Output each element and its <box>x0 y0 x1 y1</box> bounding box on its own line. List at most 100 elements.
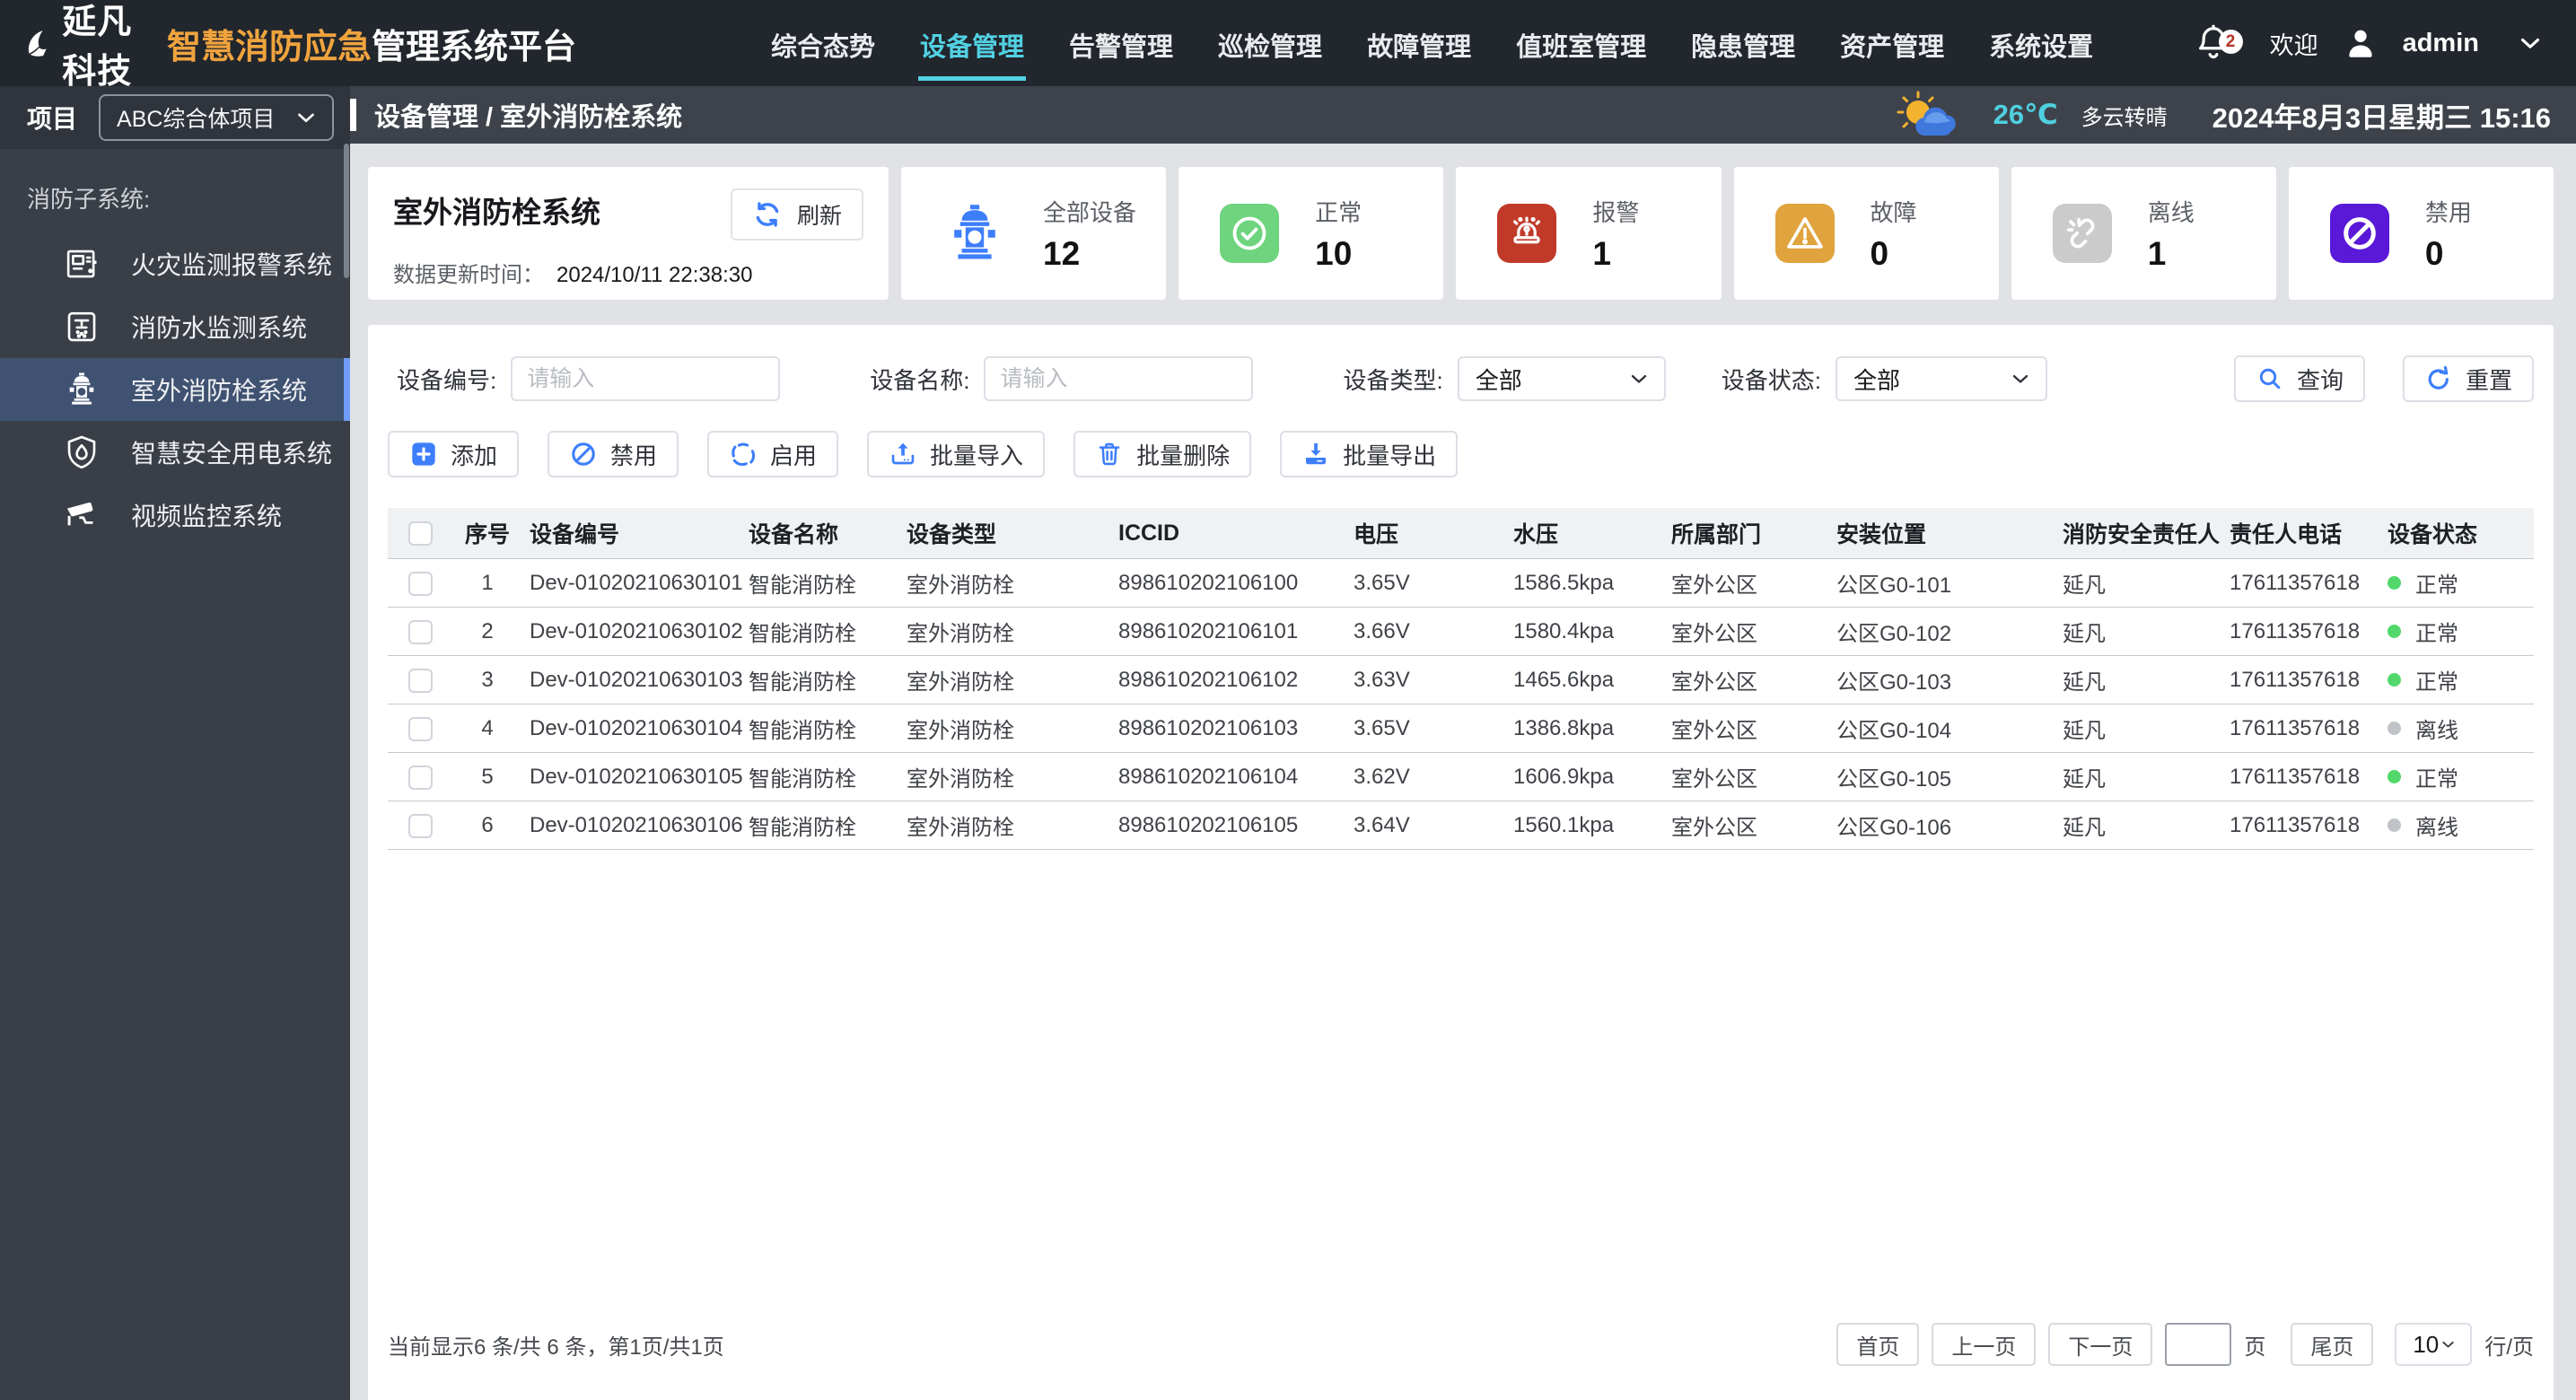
nav-item-6[interactable]: 值班室管理 <box>1514 6 1648 81</box>
cell-phone: 17611357618 <box>2222 801 2380 850</box>
cell-phone: 17611357618 <box>2222 655 2380 704</box>
row-checkbox[interactable] <box>407 716 433 741</box>
nav-item-4[interactable]: 巡检管理 <box>1216 6 1324 81</box>
cell-voltage: 3.64V <box>1346 801 1506 850</box>
cell-voltage: 3.66V <box>1346 607 1506 656</box>
cell-location: 公区G0-105 <box>1829 752 2055 801</box>
cell-pressure: 1606.9kpa <box>1506 752 1664 801</box>
page-title: 室外消防栓系统 <box>393 196 600 229</box>
action-button-4[interactable]: 批量导入 <box>867 431 1046 477</box>
action-button-1[interactable]: 添加 <box>388 431 520 477</box>
project-select[interactable]: ABC综合体项目 <box>99 94 334 141</box>
status-label: 离线 <box>2415 719 2458 743</box>
nav-item-2[interactable]: 设备管理 <box>918 6 1027 81</box>
sidebar-item-1[interactable]: 火灾监测报警系统 <box>0 232 350 295</box>
cell-code: Dev-01020210630104 <box>522 704 743 753</box>
sidebar-scrollbar[interactable] <box>344 144 349 278</box>
stat-card-4: 故障 0 <box>1733 167 1999 300</box>
cell-voltage: 3.63V <box>1346 655 1506 704</box>
cell-name: 智能消防栓 <box>741 655 899 704</box>
sidebar-item-3[interactable]: 室外消防栓系统 <box>0 358 350 421</box>
cell-name: 智能消防栓 <box>741 801 899 850</box>
page-number-input[interactable] <box>2165 1323 2232 1366</box>
stat-value: 1 <box>1592 234 1611 272</box>
column-header: 安装位置 <box>1829 508 2055 559</box>
select-all-header <box>388 508 452 559</box>
action-button-6[interactable]: 批量导出 <box>1280 431 1459 477</box>
row-checkbox[interactable] <box>407 668 433 693</box>
table-row: 3 Dev-01020210630103 智能消防栓 室外消防栓 89861020210… <box>388 655 2534 704</box>
stat-value: 10 <box>1315 234 1353 272</box>
search-button[interactable]: 查询 <box>2233 355 2365 402</box>
next-page-button[interactable]: 下一页 <box>2048 1323 2153 1366</box>
cell-voltage: 3.65V <box>1346 558 1506 608</box>
sidebar-item-label: 室外消防栓系统 <box>131 377 308 405</box>
sidebar-item-4[interactable]: 智慧安全用电系统 <box>0 421 350 484</box>
nav-item-7[interactable]: 隐患管理 <box>1689 6 1797 81</box>
table-row: 6 Dev-01020210630106 智能消防栓 室外消防栓 89861020210… <box>388 801 2534 850</box>
column-header: 设备状态 <box>2380 508 2534 559</box>
nav-item-8[interactable]: 资产管理 <box>1838 6 1946 81</box>
reset-button[interactable]: 重置 <box>2402 355 2534 402</box>
breadcrumb-marker <box>350 99 356 131</box>
cell-status: 正常 <box>2380 752 2534 801</box>
sidebar-item-5[interactable]: 视频监控系统 <box>0 484 350 547</box>
cell-code: Dev-01020210630103 <box>522 655 743 704</box>
workspace: 项目 ABC综合体项目 消防子系统: 火灾监测报警系统 消防水监测系统 室外消防栓系… <box>0 86 2576 1400</box>
device-type-select[interactable]: 全部 <box>1457 356 1666 401</box>
chevron-down-icon <box>1626 366 1652 391</box>
cell-type: 室外消防栓 <box>899 752 1111 801</box>
weather-temp: 26℃ <box>1993 99 2058 130</box>
nav-item-5[interactable]: 故障管理 <box>1365 6 1473 81</box>
last-page-button[interactable]: 尾页 <box>2291 1323 2374 1366</box>
cell-owner: 延凡 <box>2055 801 2222 850</box>
row-checkbox[interactable] <box>407 813 433 838</box>
device-table: 序号 设备编号 设备名称 设备类型 ICCID 电压 水压 所属部门 安装位置 消防安全责任人 责任… <box>388 508 2534 850</box>
company-name: 延凡科技 <box>62 4 133 91</box>
warning-triangle-icon <box>1774 204 1835 263</box>
table-footer: 当前显示6 条/共 6 条，第1页/共1页 首页 上一页 下一页 页 尾页 10 <box>388 1307 2534 1378</box>
username[interactable]: admin <box>2403 29 2479 58</box>
column-header: ICCID <box>1111 508 1346 559</box>
app: 延凡科技 智慧消防应急管理系统平台 综合态势 设备管理 告警管理 巡检管理 故障管理 值班… <box>0 0 2576 1400</box>
sidebar: 项目 ABC综合体项目 消防子系统: 火灾监测报警系统 消防水监测系统 室外消防栓系… <box>0 86 350 1400</box>
action-button-2[interactable]: 禁用 <box>548 431 679 477</box>
status-dot <box>2388 818 2401 832</box>
stat-card-5: 离线 1 <box>2011 167 2276 300</box>
cell-pressure: 1560.1kpa <box>1506 801 1664 850</box>
data-updated-label: 数据更新时间： <box>393 263 544 287</box>
nav-item-3[interactable]: 告警管理 <box>1067 6 1175 81</box>
device-name-input[interactable] <box>984 356 1254 401</box>
device-type-value: 全部 <box>1475 366 1522 394</box>
datetime: 2024年8月3日星期三 15:16 <box>2212 101 2551 134</box>
user-menu-chevron-down-icon[interactable] <box>2515 28 2545 58</box>
action-button-5[interactable]: 批量删除 <box>1073 431 1252 477</box>
prev-page-button[interactable]: 上一页 <box>1932 1323 2037 1366</box>
select-all-checkbox[interactable] <box>407 521 433 547</box>
first-page-button[interactable]: 首页 <box>1836 1323 1920 1366</box>
stat-label: 全部设备 <box>1043 198 1137 226</box>
notifications-bell-icon[interactable]: 2 <box>2193 22 2243 64</box>
project-label: 项目 <box>27 105 78 133</box>
device-type-label: 设备类型: <box>1343 366 1443 394</box>
reset-label: 重置 <box>2465 366 2512 394</box>
device-status-select[interactable]: 全部 <box>1835 356 2047 401</box>
cell-index: 4 <box>452 704 522 753</box>
refresh-button[interactable]: 刷新 <box>730 188 863 241</box>
sidebar-item-label: 火灾监测报警系统 <box>131 251 333 279</box>
status-dot <box>2388 770 2401 783</box>
action-button-3[interactable]: 启用 <box>707 431 839 477</box>
sidebar-item-2[interactable]: 消防水监测系统 <box>0 295 350 358</box>
row-checkbox[interactable] <box>407 765 433 790</box>
page-size-select[interactable]: 10 <box>2395 1323 2473 1366</box>
row-checkbox[interactable] <box>407 619 433 644</box>
platform-title: 智慧消防应急管理系统平台 <box>167 19 576 68</box>
nav-item-1[interactable]: 综合态势 <box>769 6 877 81</box>
user-avatar-icon[interactable] <box>2342 24 2379 62</box>
device-code-input[interactable] <box>511 356 781 401</box>
row-checkbox[interactable] <box>407 571 433 596</box>
cell-location: 公区G0-103 <box>1829 655 2055 704</box>
nav-item-9[interactable]: 系统设置 <box>1987 6 2095 81</box>
cell-owner: 延凡 <box>2055 704 2222 753</box>
chevron-down-icon <box>2439 1332 2458 1357</box>
